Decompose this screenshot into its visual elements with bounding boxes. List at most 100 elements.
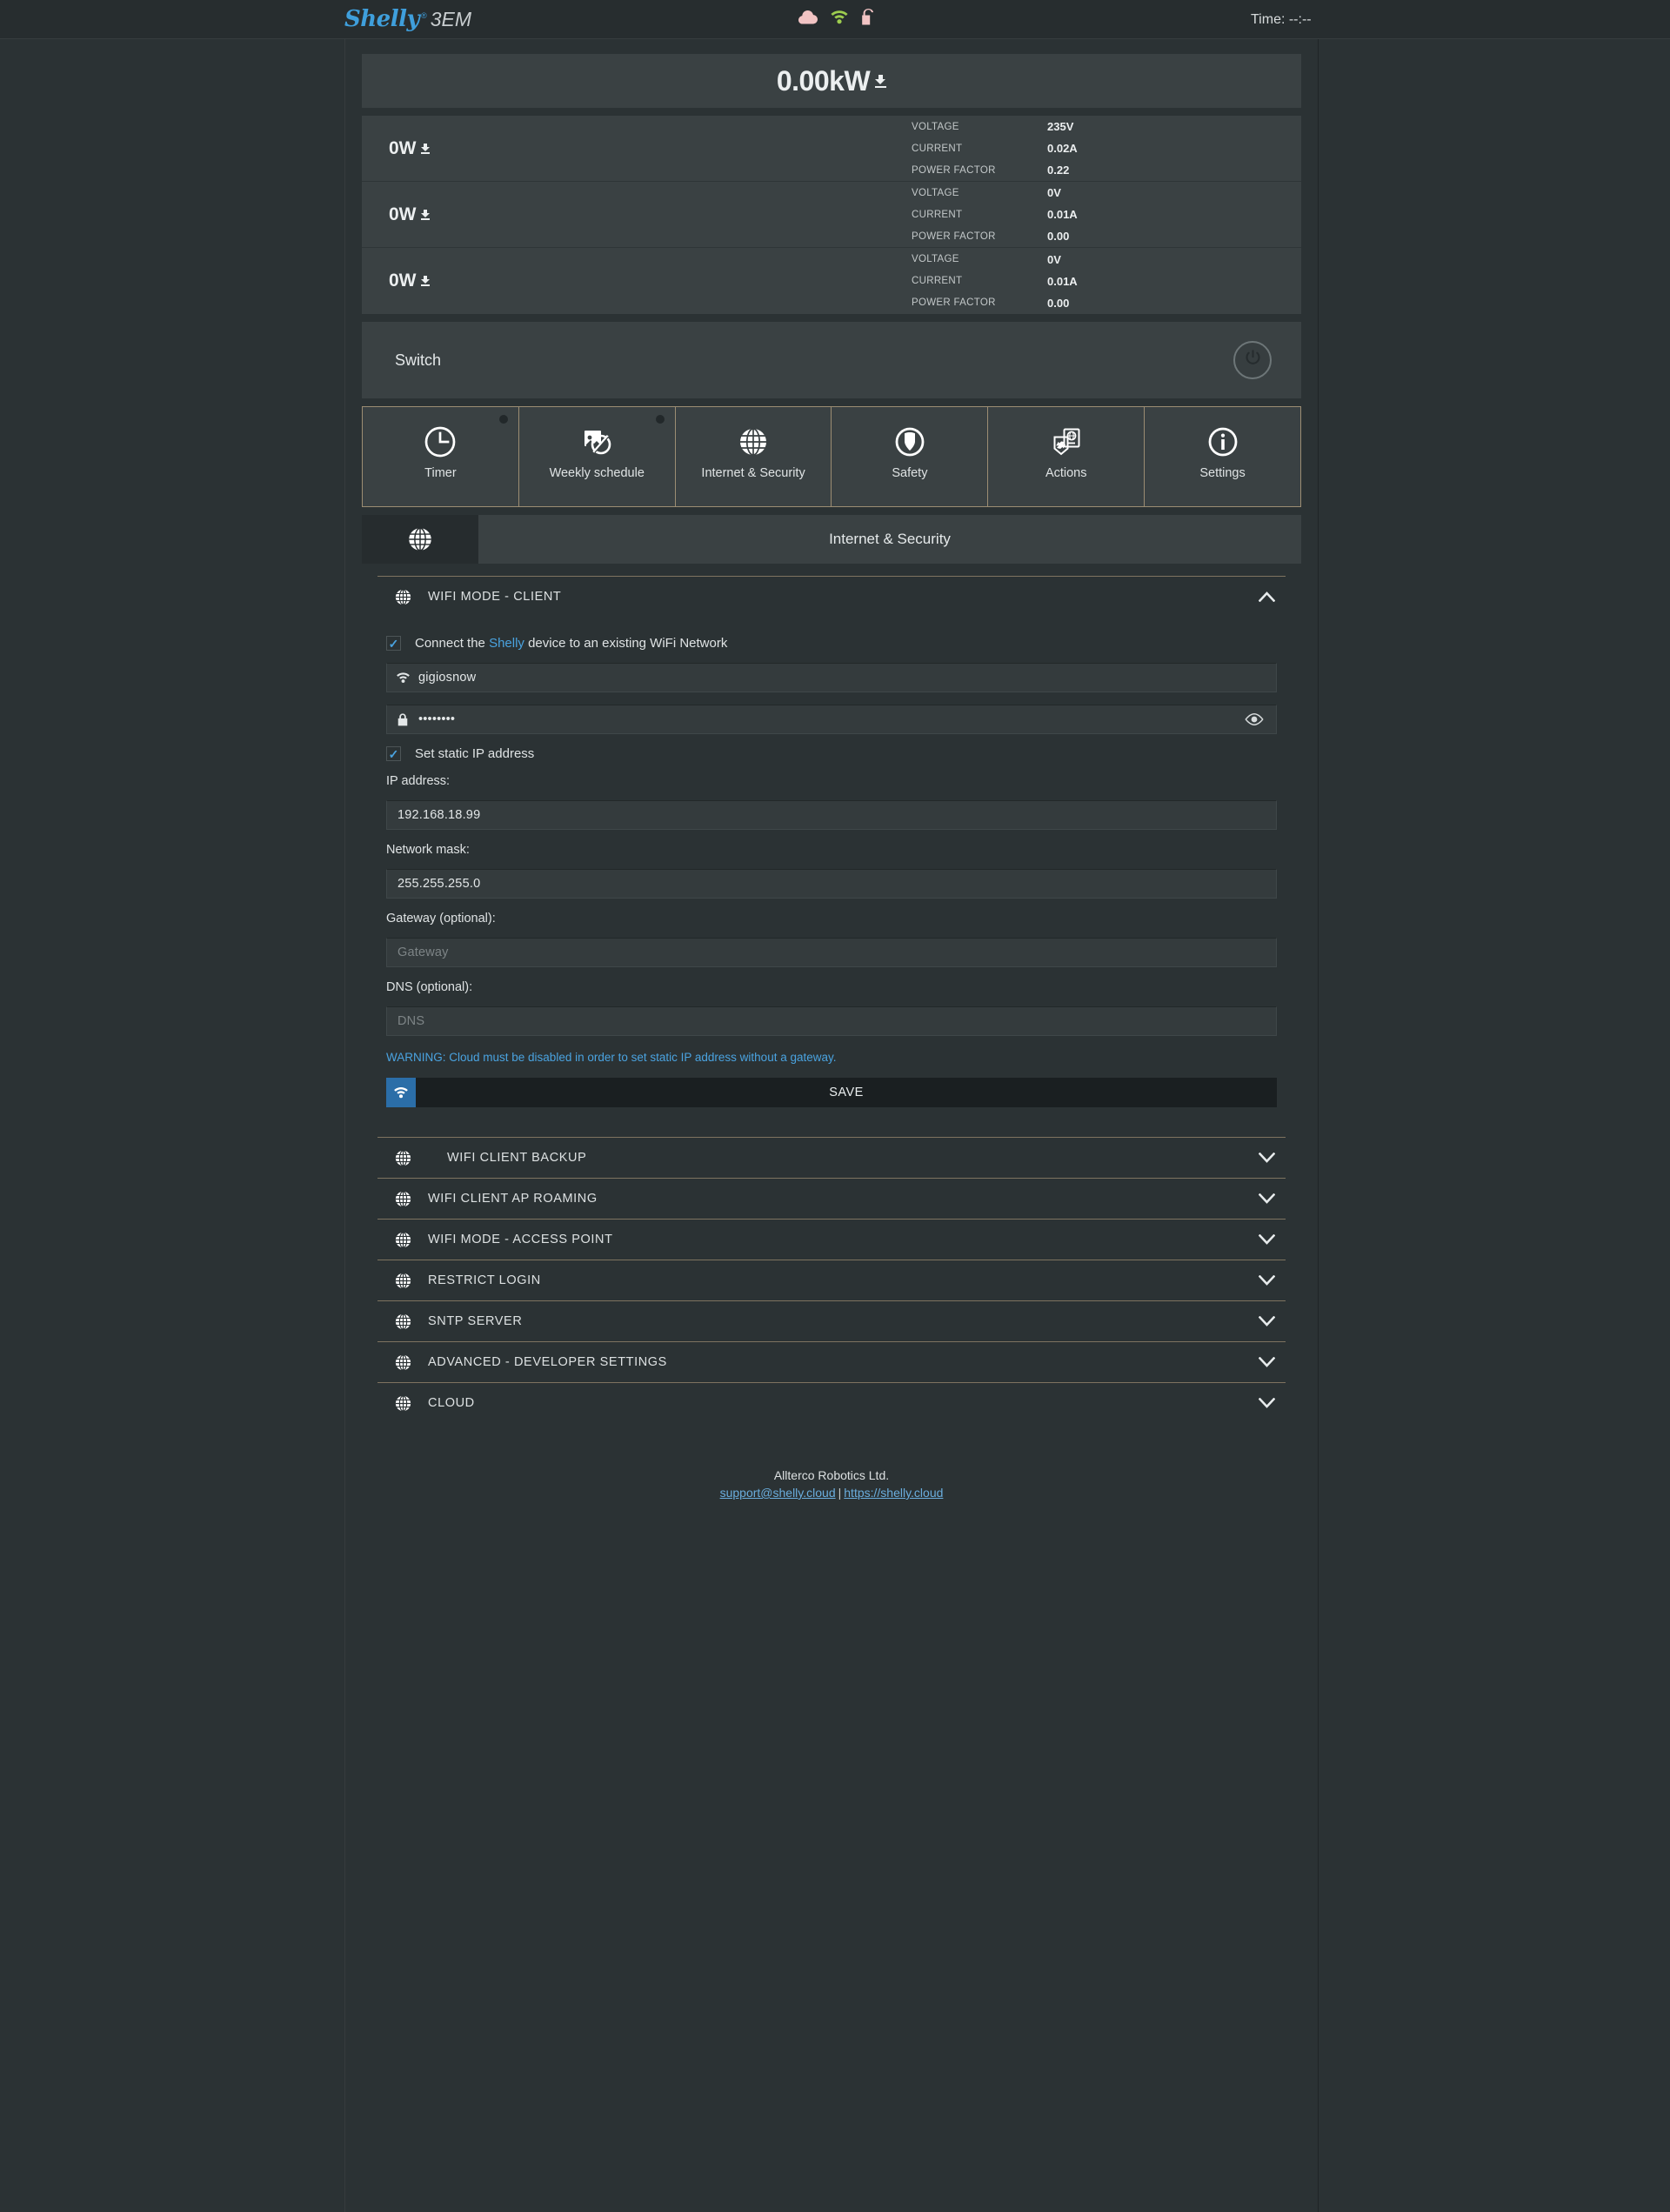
accordion-title: WIFI CLIENT AP ROAMING — [428, 1192, 598, 1206]
metric-label: POWER FACTOR — [912, 297, 996, 308]
accordion-header-wifi-ap-roaming[interactable]: WIFI CLIENT AP ROAMING — [377, 1179, 1286, 1219]
metric-line: VOLTAGE 0V — [912, 182, 1301, 204]
accordion-title: WIFI MODE - CLIENT — [428, 590, 562, 604]
brand-name: Shelly — [344, 6, 420, 32]
phase-row: 0W VOLTAGE 0V CURRENT 0.01A POWER FACTOR… — [362, 182, 1301, 248]
accordion-item-restrict-login: RESTRICT LOGIN — [377, 1260, 1286, 1300]
tab-settings[interactable]: Settings — [1145, 407, 1301, 506]
network-mask-label: Network mask: — [386, 843, 470, 857]
gateway-field[interactable]: Gateway — [386, 938, 1277, 967]
ip-address-label: IP address: — [386, 774, 451, 788]
metric-line: CURRENT 0.02A — [912, 137, 1301, 159]
dns-placeholder: DNS — [397, 1014, 425, 1028]
globe-icon — [377, 1312, 428, 1332]
accordion-header-sntp-server[interactable]: SNTP SERVER — [377, 1301, 1286, 1341]
phase-row: 0W VOLTAGE 235V CURRENT 0.02A POWER FACT… — [362, 116, 1301, 182]
password-field[interactable]: •••••••• — [386, 705, 1277, 734]
ip-address-field[interactable]: 192.168.18.99 — [386, 800, 1277, 830]
chevron-down-icon[interactable] — [1247, 1153, 1286, 1163]
static-ip-checkbox-row: ✓ Set static IP address — [386, 746, 1286, 761]
tab-weekly-schedule[interactable]: Weekly schedule — [519, 407, 676, 506]
shield-icon — [892, 424, 927, 460]
metric-label: VOLTAGE — [912, 187, 959, 198]
page-footer: Allterco Robotics Ltd. support@shelly.cl… — [362, 1468, 1301, 1522]
section-title: Internet & Security — [478, 515, 1301, 564]
tab-label: Weekly schedule — [549, 466, 645, 480]
chevron-down-icon[interactable] — [1247, 1398, 1286, 1408]
tab-internet-security[interactable]: Internet & Security — [676, 407, 832, 506]
footer-company: Allterco Robotics Ltd. — [773, 1468, 890, 1482]
metric-value: 235V — [1047, 120, 1074, 133]
globe-icon — [377, 1148, 428, 1168]
static-ip-checkbox[interactable]: ✓ — [386, 746, 401, 761]
accordion-item-wifi-access-point: WIFI MODE - ACCESS POINT — [377, 1219, 1286, 1260]
tab-label: Settings — [1199, 466, 1246, 480]
chevron-down-icon[interactable] — [1247, 1193, 1286, 1204]
chevron-down-icon[interactable] — [1247, 1357, 1286, 1367]
globe-icon — [377, 1393, 428, 1413]
ssid-value: gigiosnow — [418, 671, 477, 685]
tab-actions[interactable]: Actions — [988, 407, 1146, 506]
metric-value: 0V — [1047, 186, 1061, 199]
top-bar: Shelly ® 3EM Time: --:-- — [0, 0, 1670, 39]
static-ip-warning: WARNING: Cloud must be disabled in order… — [386, 1051, 837, 1064]
metric-line: CURRENT 0.01A — [912, 204, 1301, 225]
wifi-icon — [830, 10, 849, 29]
accordion-item-advanced-developer: ADVANCED - DEVELOPER SETTINGS — [377, 1341, 1286, 1382]
metric-label: VOLTAGE — [912, 121, 959, 132]
chevron-down-icon[interactable] — [1247, 1275, 1286, 1286]
clock-icon — [423, 424, 458, 460]
metric-value: 0.22 — [1047, 164, 1070, 177]
accordion-header-cloud[interactable]: CLOUD — [377, 1383, 1286, 1423]
website-link[interactable]: https://shelly.cloud — [844, 1486, 943, 1500]
tab-safety[interactable]: Safety — [832, 407, 989, 506]
save-wifi-row[interactable]: SAVE — [386, 1078, 1277, 1107]
accordion-header-wifi-client[interactable]: WIFI MODE - CLIENT — [377, 577, 1286, 617]
phase-metrics: VOLTAGE 0V CURRENT 0.01A POWER FACTOR 0.… — [912, 182, 1301, 247]
total-power-value: 0.00kW — [776, 64, 871, 97]
weekly-schedule-icon — [579, 424, 614, 460]
accordion-item-wifi-client-backup: WIFI CLIENT BACKUP — [377, 1137, 1286, 1178]
wifi-icon — [386, 1078, 416, 1107]
static-ip-label: Set static IP address — [415, 746, 535, 761]
eye-icon[interactable] — [1245, 713, 1264, 725]
accordion-header-restrict-login[interactable]: RESTRICT LOGIN — [377, 1260, 1286, 1300]
accordion-item-cloud: CLOUD — [377, 1382, 1286, 1423]
power-toggle-button[interactable] — [1233, 341, 1272, 379]
accordion-header-advanced-developer[interactable]: ADVANCED - DEVELOPER SETTINGS — [377, 1342, 1286, 1382]
metric-label: VOLTAGE — [912, 254, 959, 264]
chevron-down-icon[interactable] — [1247, 1316, 1286, 1327]
metric-label: POWER FACTOR — [912, 231, 996, 242]
connect-wifi-checkbox[interactable]: ✓ — [386, 636, 401, 651]
globe-icon — [377, 1271, 428, 1291]
import-arrow-icon — [420, 276, 430, 286]
accordion-header-wifi-access-point[interactable]: WIFI MODE - ACCESS POINT — [377, 1220, 1286, 1260]
tab-status-dot — [498, 415, 508, 424]
chevron-down-icon[interactable] — [1247, 1234, 1286, 1245]
chevron-up-icon[interactable] — [1247, 591, 1286, 602]
metric-value: 0.01A — [1047, 208, 1078, 221]
accordion-header-wifi-client-backup[interactable]: WIFI CLIENT BACKUP — [377, 1138, 1286, 1178]
ssid-field[interactable]: gigiosnow — [386, 663, 1277, 692]
status-icon-group — [798, 9, 875, 30]
section-header: Internet & Security — [362, 515, 1301, 564]
phase-power-wrap: 0W — [389, 138, 430, 159]
metric-value: 0.01A — [1047, 274, 1078, 288]
total-power-value-wrap: 0.00kW — [776, 64, 887, 97]
dns-field[interactable]: DNS — [386, 1006, 1277, 1036]
page-container: 0.00kW 0W VOLTAGE 235V CURRENT 0.02A POW… — [344, 39, 1319, 2212]
tab-timer[interactable]: Timer — [362, 407, 519, 506]
globe-icon — [377, 1230, 428, 1250]
accordion-body-wifi-client: ✓ Connect the Shelly device to an existi… — [377, 617, 1286, 1125]
accordion-title: RESTRICT LOGIN — [428, 1273, 541, 1287]
save-button[interactable]: SAVE — [416, 1078, 1277, 1107]
phase-metrics: VOLTAGE 235V CURRENT 0.02A POWER FACTOR … — [912, 116, 1301, 181]
metric-value: 0.00 — [1047, 296, 1070, 310]
switch-panel: Switch — [362, 322, 1301, 398]
support-email-link[interactable]: support@shelly.cloud — [720, 1486, 836, 1500]
connect-wifi-label: Connect the Shelly device to an existing… — [415, 636, 728, 651]
network-mask-field[interactable]: 255.255.255.0 — [386, 869, 1277, 899]
metric-label: CURRENT — [912, 143, 963, 154]
import-arrow-icon — [420, 209, 430, 220]
network-mask-value: 255.255.255.0 — [397, 877, 481, 891]
